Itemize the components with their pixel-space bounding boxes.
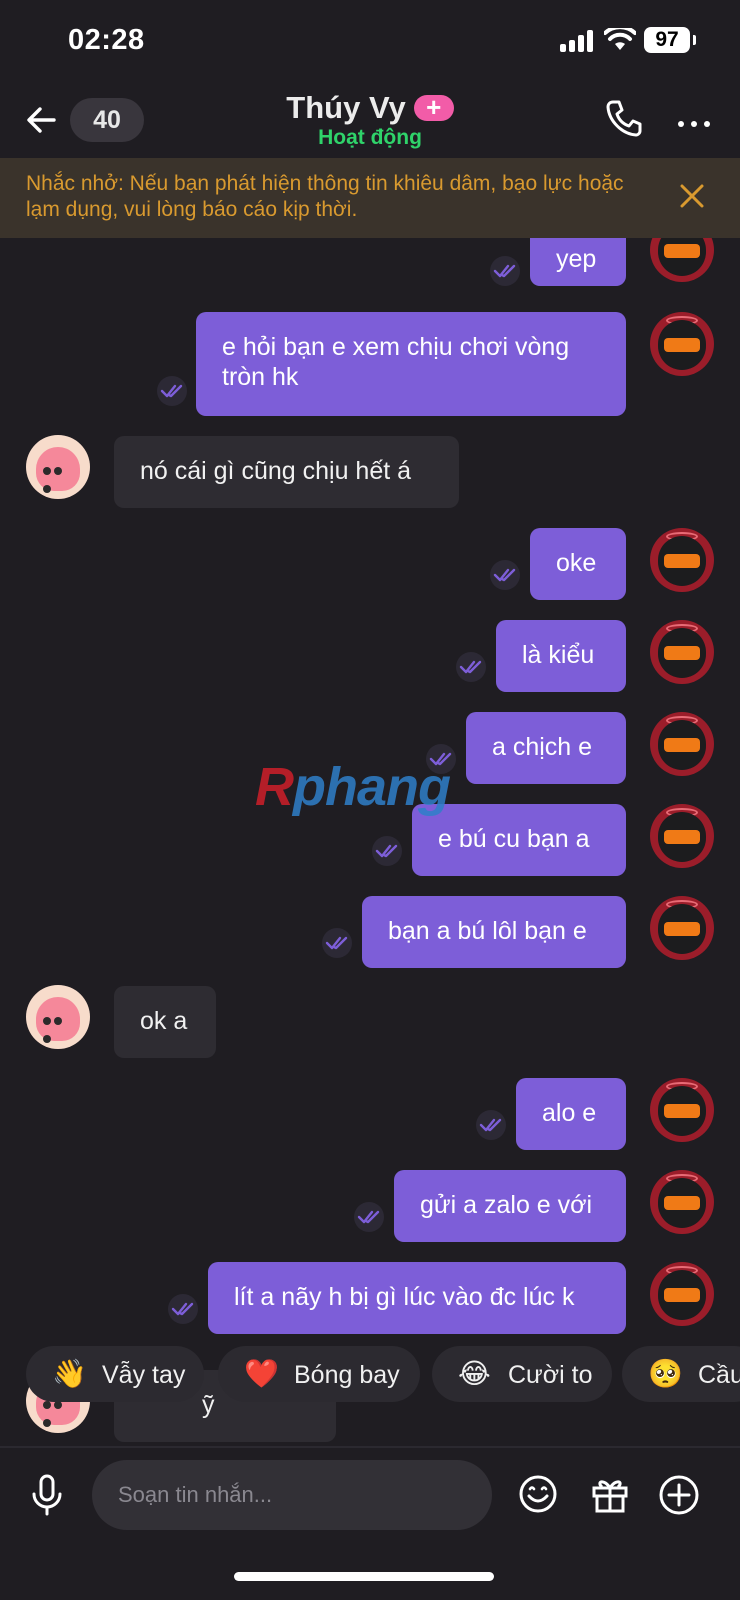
read-receipt-icon <box>372 836 402 866</box>
heart-icon: ❤️ <box>244 1358 279 1389</box>
sent-message[interactable]: là kiểu <box>496 620 626 692</box>
watermark-logo: Rphang <box>255 757 451 817</box>
avatar[interactable] <box>650 896 714 960</box>
battery-indicator: 97 <box>644 27 696 53</box>
waving-hand-icon: 👋 <box>52 1358 87 1389</box>
sent-message[interactable]: lít a nãy h bị gì lúc vào đc lúc k <box>208 1262 626 1334</box>
sent-message[interactable]: bạn a bú lôl bạn e <box>362 896 626 968</box>
read-receipt-icon <box>490 256 520 286</box>
microphone-icon[interactable] <box>30 1474 64 1516</box>
avatar[interactable] <box>650 528 714 592</box>
read-receipt-icon <box>157 376 187 406</box>
warning-text: Nhắc nhở: Nếu bạn phát hiện thông tin kh… <box>26 172 624 221</box>
avatar[interactable] <box>650 620 714 684</box>
sent-message[interactable]: e hỏi bạn e xem chịu chơi vòng tròn hk <box>196 312 626 416</box>
reaction-laugh-button[interactable]: 😂 Cười to <box>432 1346 612 1402</box>
read-receipt-icon <box>490 560 520 590</box>
back-arrow-icon[interactable] <box>24 100 64 140</box>
unread-count-badge[interactable]: 40 <box>70 98 144 142</box>
avatar[interactable] <box>650 1078 714 1142</box>
quick-reactions-bar: 👋 Vẫy tay ❤️ Bóng bay 😂 Cười to 🥺 Cầu <box>0 1346 740 1404</box>
reaction-plead-button[interactable]: 🥺 Cầu <box>622 1346 740 1402</box>
add-icon[interactable] <box>658 1474 700 1516</box>
avatar[interactable] <box>650 804 714 868</box>
read-receipt-icon <box>456 652 486 682</box>
avatar[interactable] <box>650 1170 714 1234</box>
cellular-signal-icon <box>560 30 596 52</box>
reaction-wave-button[interactable]: 👋 Vẫy tay <box>26 1346 204 1402</box>
received-message[interactable]: ok a <box>114 986 216 1058</box>
pleading-face-icon: 🥺 <box>648 1358 683 1389</box>
avatar[interactable] <box>650 238 714 282</box>
phone-call-icon[interactable] <box>605 98 643 138</box>
wifi-icon <box>604 28 636 50</box>
read-receipt-icon <box>354 1202 384 1232</box>
contact-title[interactable]: Thúy Vy + Hoạt động <box>200 90 540 150</box>
sent-message[interactable]: gửi a zalo e với <box>394 1170 626 1242</box>
read-receipt-icon <box>322 928 352 958</box>
more-options-icon[interactable] <box>678 114 717 132</box>
divider <box>0 1446 740 1448</box>
emoji-icon[interactable] <box>518 1474 558 1514</box>
laughing-face-icon: 😂 <box>458 1358 491 1389</box>
sent-message[interactable]: a chịch e <box>466 712 626 784</box>
avatar[interactable] <box>650 312 714 376</box>
presence-status: Hoạt động <box>318 126 422 149</box>
status-bar: 02:28 97 <box>0 0 740 84</box>
clock: 02:28 <box>68 24 145 56</box>
home-indicator <box>234 1572 494 1581</box>
avatar[interactable] <box>650 1262 714 1326</box>
sent-message[interactable]: yep <box>530 238 626 286</box>
close-icon[interactable] <box>680 184 704 208</box>
contact-avatar[interactable] <box>26 985 90 1049</box>
read-receipt-icon <box>476 1110 506 1140</box>
reaction-heart-button[interactable]: ❤️ Bóng bay <box>218 1346 420 1402</box>
contact-name: Thúy Vy <box>286 90 406 125</box>
contact-avatar[interactable] <box>26 435 90 499</box>
sent-message[interactable]: oke <box>530 528 626 600</box>
message-list[interactable]: yep e hỏi bạn e xem chịu chơi vòng tròn … <box>0 238 740 1444</box>
chat-header: 40 Thúy Vy + Hoạt động <box>0 84 740 158</box>
avatar[interactable] <box>650 712 714 776</box>
received-message[interactable]: nó cái gì cũng chịu hết á <box>114 436 459 508</box>
plus-badge: + <box>413 94 454 121</box>
message-input[interactable] <box>92 1460 492 1530</box>
gift-icon[interactable] <box>590 1474 630 1514</box>
safety-warning-banner: Nhắc nhở: Nếu bạn phát hiện thông tin kh… <box>0 158 740 238</box>
sent-message[interactable]: alo e <box>516 1078 626 1150</box>
read-receipt-icon <box>168 1294 198 1324</box>
